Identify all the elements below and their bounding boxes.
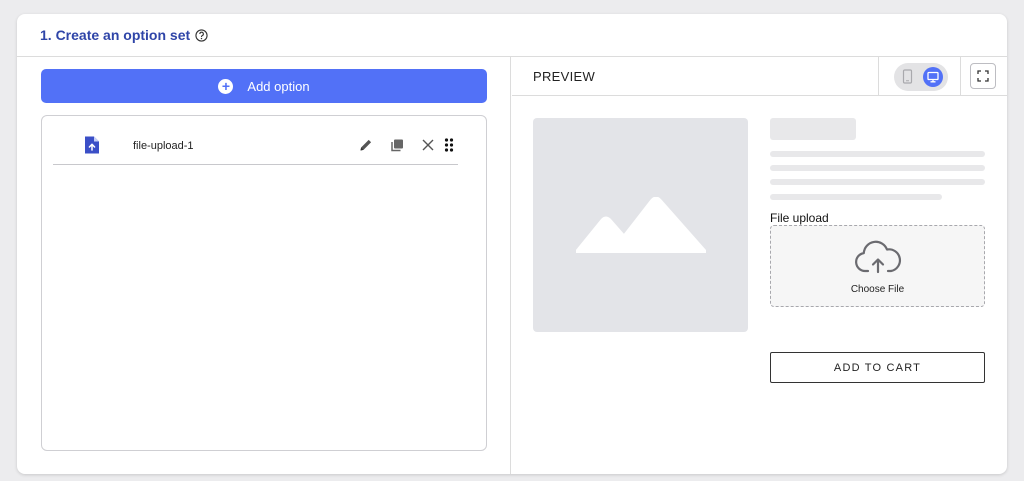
mobile-device-icon[interactable] (902, 69, 913, 89)
text-skeleton (770, 194, 942, 200)
image-placeholder-icon (575, 197, 706, 253)
file-dropzone[interactable]: Choose File (770, 225, 985, 307)
product-image-placeholder (533, 118, 748, 332)
option-label[interactable]: file-upload-1 (133, 140, 194, 152)
card-header: 1. Create an option set (17, 14, 1007, 57)
divider (960, 57, 961, 96)
text-skeleton (770, 151, 985, 157)
add-to-cart-button[interactable]: ADD TO CART (770, 352, 985, 383)
drag-handle-icon[interactable] (443, 137, 455, 153)
delete-x-icon[interactable] (420, 137, 436, 153)
device-toggle[interactable] (894, 63, 948, 91)
fullscreen-icon (977, 70, 989, 82)
text-skeleton (770, 179, 985, 185)
divider (878, 57, 879, 96)
option-set-card: 1. Create an option set + Add option fil… (17, 14, 1007, 474)
plus-circle-icon: + (218, 78, 234, 94)
edit-pencil-icon[interactable] (358, 137, 374, 153)
fullscreen-button[interactable] (970, 63, 996, 89)
choose-file-label[interactable]: Choose File (771, 284, 984, 295)
duplicate-icon[interactable] (389, 137, 405, 153)
preview-panel: PREVIEW File upload Choose File ADD TO C… (512, 57, 1007, 474)
cloud-upload-icon (854, 240, 902, 276)
file-upload-label: File upload (770, 211, 829, 225)
add-option-button[interactable]: + Add option (41, 69, 487, 103)
preview-header: PREVIEW (512, 57, 1007, 96)
help-circle-icon[interactable] (195, 28, 208, 42)
title-skeleton (770, 118, 856, 140)
options-panel: + Add option file-upload-1 (17, 57, 511, 474)
option-row[interactable]: file-upload-1 (53, 128, 458, 165)
options-list: file-upload-1 (41, 115, 487, 451)
file-upload-icon (83, 135, 101, 160)
preview-title: PREVIEW (533, 68, 596, 84)
section-title: 1. Create an option set (40, 27, 191, 43)
add-option-label: Add option (247, 78, 310, 94)
text-skeleton (770, 165, 985, 171)
desktop-device-icon[interactable] (923, 67, 943, 87)
